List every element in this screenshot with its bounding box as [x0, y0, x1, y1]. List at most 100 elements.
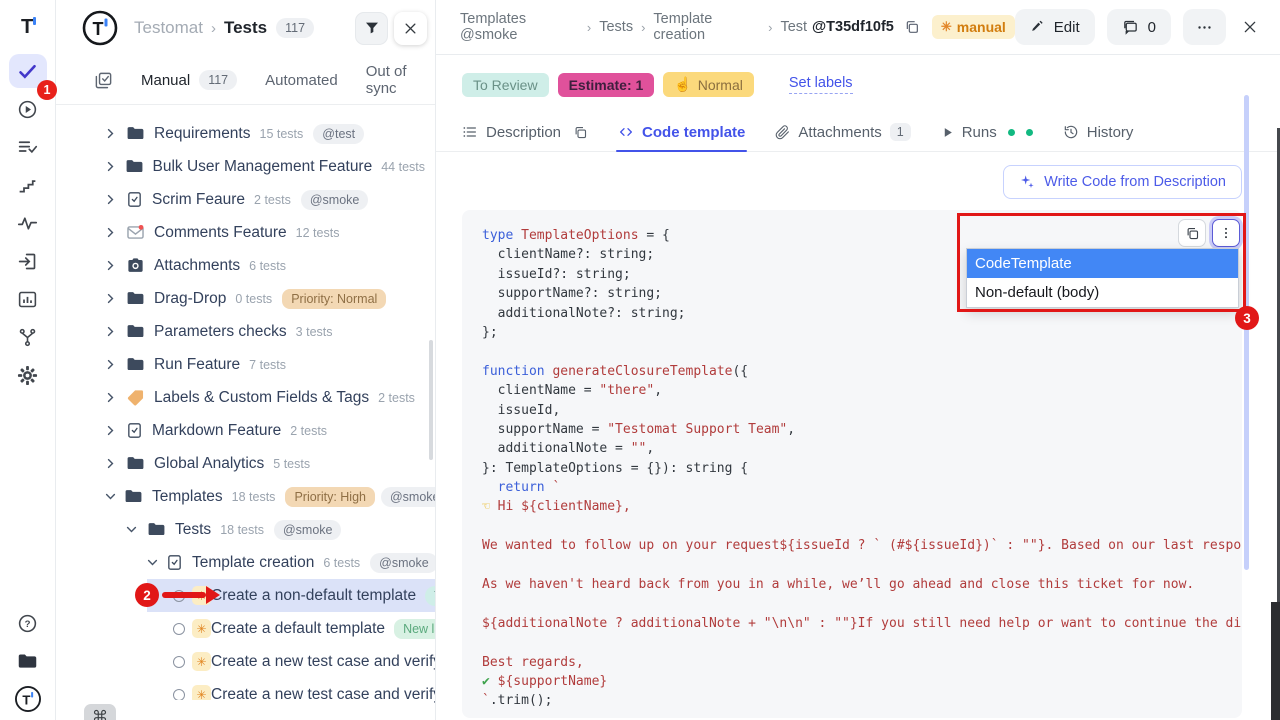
- chevron-right-icon[interactable]: [104, 391, 119, 404]
- estimate-badge[interactable]: Estimate: 1: [558, 73, 655, 97]
- edit-button[interactable]: Edit: [1015, 9, 1095, 45]
- chevron-right-icon[interactable]: [104, 193, 119, 206]
- tree-item[interactable]: Attachments6 tests: [56, 249, 435, 282]
- tree-item[interactable]: ✳Create a new test case and verify: [56, 645, 435, 678]
- tree-item[interactable]: Run Feature7 tests: [56, 348, 435, 381]
- test-status-circle-icon[interactable]: [173, 689, 185, 701]
- help-icon[interactable]: ?: [9, 606, 47, 640]
- tree-item[interactable]: Templates18 testsPriority: High@smoke: [56, 480, 435, 513]
- close-detail-icon[interactable]: [1238, 15, 1262, 39]
- testomat-logo-icon[interactable]: T: [13, 12, 43, 40]
- tree-item[interactable]: Template creation6 tests@smoke: [56, 546, 435, 579]
- analytics-icon[interactable]: [9, 282, 47, 316]
- annotation-step-1: 1: [37, 80, 57, 100]
- testomat-circle-logo: T: [82, 10, 118, 46]
- chevron-right-icon[interactable]: [104, 160, 118, 173]
- multi-select-icon[interactable]: [94, 71, 113, 90]
- filter-button[interactable]: [355, 12, 388, 45]
- tree-item[interactable]: Requirements15 tests@test: [56, 117, 435, 150]
- chevron-right-icon[interactable]: [104, 457, 119, 470]
- status-badge[interactable]: To Review: [462, 73, 549, 97]
- tab-automated[interactable]: Automated: [265, 72, 338, 89]
- folder-icon: [126, 355, 145, 374]
- tree-item-label: Global Analytics: [154, 455, 264, 473]
- set-labels-link[interactable]: Set labels: [789, 75, 853, 94]
- folder-icon: [124, 487, 143, 506]
- test-status-circle-icon[interactable]: [173, 656, 185, 668]
- close-panel-button[interactable]: [394, 12, 427, 45]
- settings-gear-icon[interactable]: [9, 358, 47, 392]
- tree-item-label: Comments Feature: [154, 224, 287, 242]
- severity-badge[interactable]: ☝Normal: [663, 72, 754, 97]
- test-status-circle-icon[interactable]: [173, 623, 185, 635]
- tree-item-badge: @smoke: [370, 553, 435, 573]
- tree-scrollbar[interactable]: [429, 340, 433, 460]
- tree-item[interactable]: ✳Create a non-default templateTo Review: [56, 579, 435, 612]
- detail-scrollbar[interactable]: [1244, 95, 1249, 570]
- tree-item-count: 2 tests: [378, 391, 415, 405]
- tab-manual[interactable]: Manual117: [141, 70, 237, 90]
- copy-test-id-icon[interactable]: [904, 19, 920, 35]
- manual-type-badge[interactable]: ✳manual: [932, 15, 1015, 39]
- chevron-down-icon[interactable]: [125, 523, 140, 536]
- tree-item[interactable]: Parameters checks3 tests: [56, 315, 435, 348]
- tab-runs[interactable]: Runs: [941, 113, 1033, 151]
- tree-item-label: Run Feature: [154, 356, 240, 374]
- chevron-down-icon[interactable]: [146, 556, 159, 569]
- tree-item[interactable]: Comments Feature12 tests: [56, 216, 435, 249]
- tree-item-badge: Priority: High: [285, 487, 375, 507]
- tab-attachments[interactable]: Attachments 1: [775, 113, 910, 151]
- tab-description[interactable]: Description: [462, 113, 588, 151]
- manual-test-icon: ✳: [192, 652, 211, 671]
- logo-bottom-icon[interactable]: T: [9, 682, 47, 716]
- tree-item[interactable]: Markdown Feature2 tests: [56, 414, 435, 447]
- annotation-arrow-shaft: [162, 592, 206, 598]
- breadcrumb-template-creation[interactable]: Template creation: [653, 11, 760, 43]
- chevron-right-icon[interactable]: [104, 259, 119, 272]
- more-button[interactable]: [1183, 9, 1226, 45]
- manual-test-icon: ✳: [192, 619, 211, 638]
- tree-item[interactable]: Tests18 tests@smoke: [56, 513, 435, 546]
- import-icon[interactable]: [9, 244, 47, 278]
- tests-count-badge: 117: [276, 18, 314, 38]
- chevron-right-icon[interactable]: [104, 226, 119, 239]
- detail-tabs: Description Code template Attachments 1 …: [436, 113, 1280, 152]
- tree-item-label: Create a non-default template: [211, 587, 416, 605]
- chevron-right-icon[interactable]: [104, 127, 119, 140]
- pulse-icon[interactable]: [9, 206, 47, 240]
- chevron-right-icon[interactable]: [104, 325, 119, 338]
- tab-out-of-sync[interactable]: Out of sync: [366, 63, 435, 97]
- folder-icon: [126, 454, 145, 473]
- steps-icon[interactable]: [9, 168, 47, 202]
- tree-item[interactable]: Global Analytics5 tests: [56, 447, 435, 480]
- tree-item[interactable]: Labels & Custom Fields & Tags2 tests: [56, 381, 435, 414]
- tree-rows: Requirements15 tests@testBulk User Manag…: [56, 105, 435, 711]
- screen-edge-corner: [1271, 602, 1280, 720]
- tree-item[interactable]: Scrim Feaure2 tests@smoke: [56, 183, 435, 216]
- breadcrumb-test-label: Test: [780, 19, 807, 35]
- folder-icon: [126, 289, 145, 308]
- tree-item-label: Markdown Feature: [152, 422, 281, 440]
- attachments-count-badge: 1: [890, 123, 911, 141]
- write-code-from-description-button[interactable]: Write Code from Description: [1003, 165, 1242, 199]
- tree-item[interactable]: Drag-Drop0 testsPriority: Normal: [56, 282, 435, 315]
- folder-icon: [126, 322, 145, 341]
- chevron-right-icon[interactable]: [104, 292, 119, 305]
- chevron-right-icon[interactable]: [104, 358, 119, 371]
- comments-button[interactable]: 0: [1107, 9, 1171, 45]
- chevron-right-icon[interactable]: [104, 424, 119, 437]
- tree-item[interactable]: Bulk User Management Feature44 tests: [56, 150, 435, 183]
- breadcrumb-templates[interactable]: Templates @smoke: [460, 11, 579, 43]
- breadcrumb-app[interactable]: Testomat: [134, 18, 203, 38]
- chevron-down-icon[interactable]: [104, 490, 117, 503]
- branches-icon[interactable]: [9, 320, 47, 354]
- annotation-rect-3: [957, 213, 1246, 312]
- tree-item[interactable]: ✳Create a default templateNew labe: [56, 612, 435, 645]
- tree-item-badge: @test: [313, 124, 364, 144]
- tab-code-template[interactable]: Code template: [618, 113, 745, 151]
- projects-folder-icon[interactable]: [9, 644, 47, 678]
- breadcrumb-tests[interactable]: Tests: [599, 19, 633, 35]
- tab-history[interactable]: History: [1063, 113, 1134, 151]
- checklist-icon[interactable]: [9, 130, 47, 164]
- tree-item-badge: New labe: [394, 619, 435, 639]
